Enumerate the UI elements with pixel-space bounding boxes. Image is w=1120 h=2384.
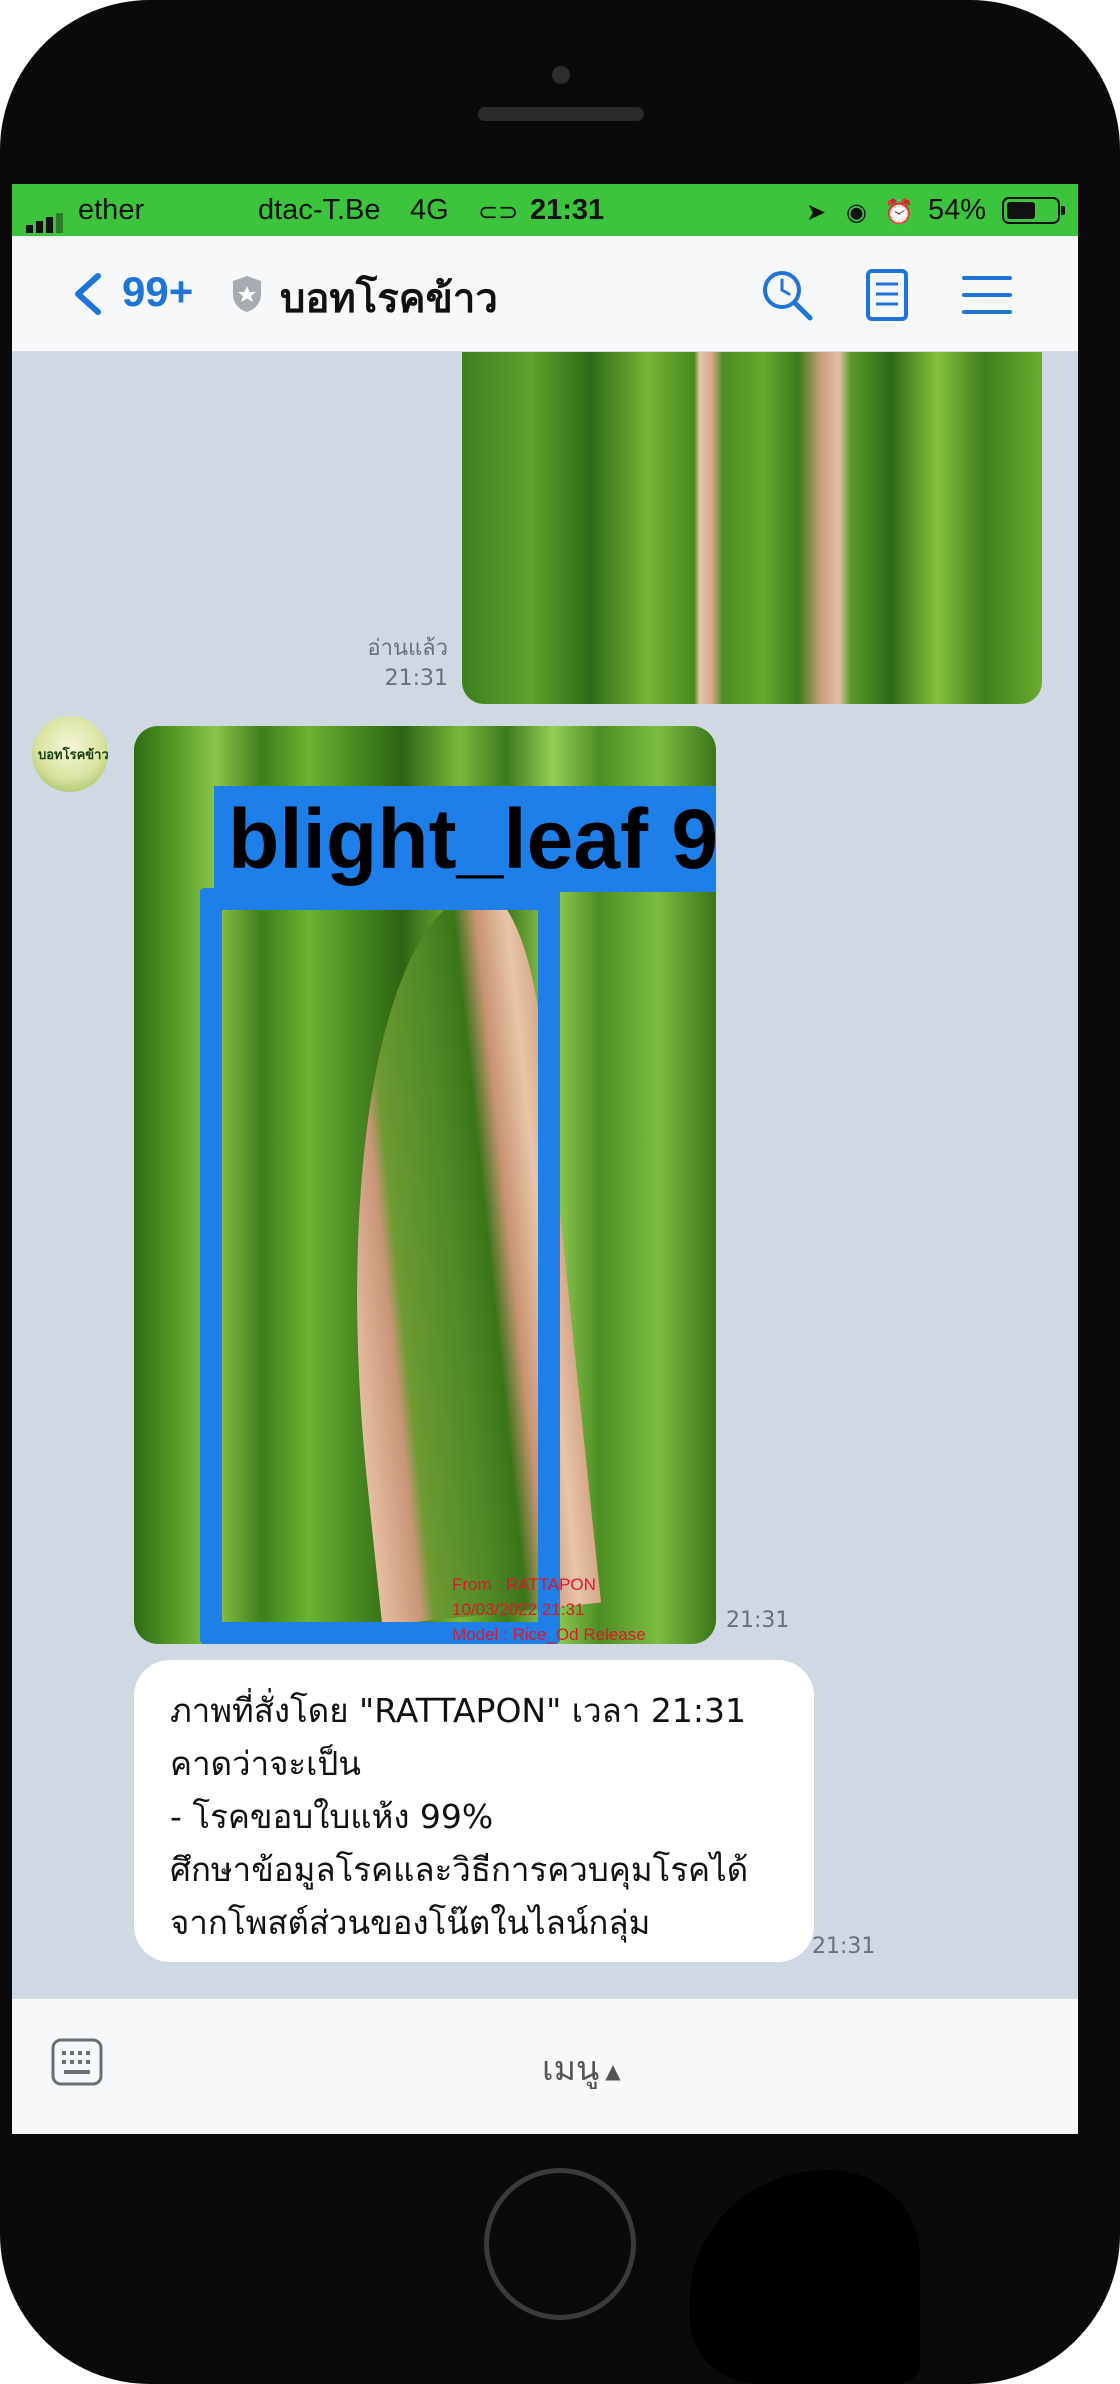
message-line: ภาพที่สั่งโดย "RATTAPON" เวลา 21:31 [170, 1691, 746, 1730]
unread-count[interactable]: 99+ [122, 268, 193, 316]
menu-label: เมนู [542, 2049, 600, 2089]
chat-title: บอทโรคข้าว [280, 276, 498, 322]
chat-area[interactable]: อ่านแล้ว 21:31 บอทโรคข้าว blight_leaf 9 … [12, 352, 1078, 1982]
detection-label: blight_leaf 9 [214, 786, 716, 892]
carrier-name: dtac-T.Be [258, 194, 381, 226]
watermark-line: Model : Rice_Od Release [452, 1625, 646, 1644]
watermark-line: 10/03/2022 21:31 [452, 1600, 585, 1619]
message-time: 21:31 [726, 1608, 790, 1633]
back-chevron-icon[interactable] [68, 272, 108, 316]
carrier-secondary: ether [78, 194, 145, 226]
message-line: คาดว่าจะเป็น [170, 1744, 361, 1783]
message-line: จากโพสต์ส่วนของโน๊ตในไลน์กลุ่ม [170, 1903, 651, 1942]
message-line: - โรคขอบใบแห้ง 99% [170, 1797, 494, 1836]
bottom-bar: เมนู ▲ [12, 1998, 1078, 2134]
signal-icon [26, 200, 66, 233]
alarm-icon: ⏰ [884, 199, 914, 226]
screen: ether dtac-T.Be 4G ⊂⊃ 21:31 ➤ ◉ ⏰ 54% 99… [12, 184, 1078, 2134]
chevron-up-icon: ▲ [605, 2058, 621, 2083]
battery-icon [1002, 197, 1065, 224]
menu-icon[interactable] [958, 266, 1016, 324]
message-line: ศึกษาข้อมูลโรคและวิธีการควบคุมโรคได้ [170, 1850, 749, 1889]
battery-percent: 54% [928, 194, 987, 226]
status-bar: ether dtac-T.Be 4G ⊂⊃ 21:31 ➤ ◉ ⏰ 54% [12, 184, 1078, 236]
rich-menu-toggle[interactable]: เมนู ▲ [542, 2041, 621, 2095]
detection-bounding-box [200, 888, 560, 1644]
location-arrow-icon: ➤ [806, 199, 827, 226]
status-time: 21:31 [530, 194, 605, 226]
phone-frame: ether dtac-T.Be 4G ⊂⊃ 21:31 ➤ ◉ ⏰ 54% 99… [0, 0, 1120, 2384]
photo-watermark: From : RATTAPON 10/03/2022 21:31 Model :… [452, 1572, 646, 1644]
keyboard-icon[interactable] [50, 2035, 104, 2089]
search-icon[interactable] [758, 266, 816, 324]
network-type: 4G [410, 194, 449, 226]
message-time: 21:31 [384, 666, 448, 691]
rotation-lock-icon: ◉ [846, 199, 867, 226]
earpiece-speaker [478, 107, 644, 121]
watermark-line: From : RATTAPON [452, 1575, 596, 1594]
shield-icon [233, 276, 261, 312]
detection-result-photo[interactable]: blight_leaf 9 From : RATTAPON 10/03/2022… [134, 726, 716, 1644]
link-icon: ⊂⊃ [478, 199, 519, 226]
front-camera [552, 66, 570, 84]
sent-rice-leaf-photo[interactable] [462, 352, 1042, 704]
chat-header: 99+ บอทโรคข้าว [12, 236, 1078, 352]
bot-text-message[interactable]: ภาพที่สั่งโดย "RATTAPON" เวลา 21:31 คาดว… [134, 1660, 814, 1962]
message-time: 21:31 [812, 1934, 876, 1959]
read-receipt: อ่านแล้ว 21:31 [348, 634, 448, 694]
avatar-logo-icon: บอทโรคข้าว [38, 748, 108, 763]
read-label: อ่านแล้ว [367, 636, 448, 661]
home-button[interactable] [484, 2168, 636, 2320]
hand-shadow [690, 2170, 920, 2384]
bot-avatar[interactable]: บอทโรคข้าว [32, 716, 108, 792]
notes-icon[interactable] [858, 266, 916, 324]
